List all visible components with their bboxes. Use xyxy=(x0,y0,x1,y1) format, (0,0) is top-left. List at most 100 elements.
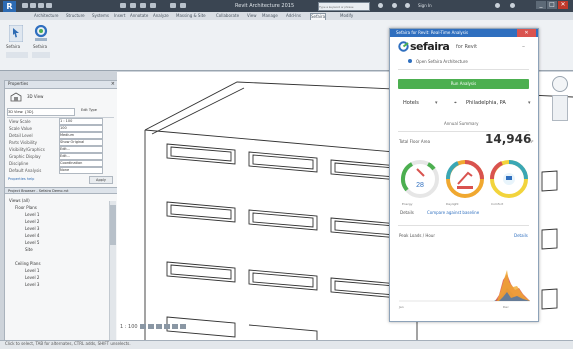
tab-annotate[interactable]: Annotate xyxy=(130,13,148,19)
viewcube-icon[interactable] xyxy=(552,76,568,92)
switch-windows-icon[interactable] xyxy=(180,3,186,8)
tree-item[interactable]: Level 5 xyxy=(25,240,39,245)
prop-label: View Scale xyxy=(9,119,31,124)
sefaira-open-button[interactable] xyxy=(34,24,48,42)
chevron-down-icon[interactable]: ▾ xyxy=(435,100,438,106)
tree-item[interactable]: Level 4 xyxy=(25,233,39,238)
tree-item[interactable]: Level 2 xyxy=(25,219,39,224)
building-type-select[interactable]: Hotels xyxy=(403,100,419,106)
type-selector[interactable]: 3D View xyxy=(27,94,43,99)
tab-modify[interactable]: Modify xyxy=(340,13,353,19)
navigation-bar[interactable] xyxy=(552,95,568,121)
tab-collaborate[interactable]: Collaborate xyxy=(216,13,239,19)
user-icon[interactable] xyxy=(405,3,410,8)
print-icon[interactable] xyxy=(120,3,126,8)
edit-type-button[interactable]: Edit Type xyxy=(81,108,97,112)
3d-view-type-icon xyxy=(10,92,22,102)
tab-structure[interactable]: Structure xyxy=(66,13,85,19)
tree-item[interactable]: Floor Plans xyxy=(15,205,37,210)
total-floor-area-label: Total Floor Area xyxy=(399,139,431,144)
view-dropdown[interactable]: 3D View: {3D} xyxy=(7,108,75,116)
minimize-button[interactable]: _ xyxy=(536,1,546,9)
help-icon[interactable] xyxy=(510,3,515,8)
sefaira-close-button[interactable]: ✕ xyxy=(517,29,536,37)
chevron-down-icon[interactable]: ▾ xyxy=(528,100,531,106)
chart-details-link[interactable]: Details xyxy=(514,233,528,238)
close-button[interactable]: ✕ xyxy=(558,1,568,9)
total-floor-area-value: 14,946 xyxy=(485,132,532,146)
prop-value[interactable]: Medium xyxy=(59,132,103,139)
text-icon[interactable] xyxy=(140,3,146,8)
measure-icon[interactable] xyxy=(130,3,136,8)
properties-title: Properties xyxy=(8,81,29,86)
search-input[interactable] xyxy=(318,2,370,11)
prop-value[interactable]: None xyxy=(59,167,103,174)
properties-help-link[interactable]: Properties help xyxy=(8,177,34,181)
tree-item[interactable]: Level 3 xyxy=(25,282,39,287)
energy-ring-value: 28 xyxy=(416,182,424,189)
shadows-icon[interactable] xyxy=(164,324,170,329)
window-controls: _ □ ✕ xyxy=(535,1,571,10)
prop-value[interactable]: Coordination xyxy=(59,160,103,167)
prop-value[interactable]: Edit... xyxy=(59,153,103,160)
prop-value[interactable]: 1 : 100 xyxy=(59,118,103,125)
energy-ring[interactable]: 28 xyxy=(401,160,439,198)
tab-view[interactable]: View xyxy=(247,13,257,19)
tree-item[interactable]: Ceiling Plans xyxy=(15,261,41,266)
visual-style-icon[interactable] xyxy=(148,324,154,329)
tree-item[interactable]: Level 2 xyxy=(25,275,39,280)
tree-item[interactable]: Level 1 xyxy=(25,268,39,273)
compare-baseline-link[interactable]: Compare against baseline xyxy=(427,210,479,215)
run-analysis-button[interactable]: Run Analysis xyxy=(398,79,529,89)
tab-insert[interactable]: Insert xyxy=(114,13,125,19)
tree-item[interactable]: Views (all) xyxy=(9,198,30,203)
app-logo[interactable]: R xyxy=(3,1,16,12)
search-icon[interactable] xyxy=(378,3,383,8)
menu-icon[interactable]: – xyxy=(522,43,525,50)
crop-icon[interactable] xyxy=(172,324,178,329)
apply-button[interactable]: Apply xyxy=(89,176,113,184)
properties-header: Properties × xyxy=(5,81,118,89)
sefaira-launch-button[interactable] xyxy=(8,24,24,43)
tab-systems[interactable]: Systems xyxy=(92,13,109,19)
tab-add-ins[interactable]: Add-Ins xyxy=(286,13,301,19)
tree-item[interactable]: Level 3 xyxy=(25,226,39,231)
redo-icon[interactable] xyxy=(46,3,52,8)
sign-in-link[interactable]: Sign In xyxy=(418,3,432,8)
details-link[interactable]: Details xyxy=(400,210,414,215)
prop-label: Parts Visibility xyxy=(9,140,38,145)
hide-icon[interactable] xyxy=(180,324,186,329)
subscription-icon[interactable] xyxy=(392,3,397,8)
tab-massing-site[interactable]: Massing & Site xyxy=(176,13,206,19)
open-icon[interactable] xyxy=(22,3,28,8)
peak-loads-chart[interactable] xyxy=(399,240,530,302)
daylight-ring[interactable] xyxy=(446,160,484,198)
tab-analyze[interactable]: Analyze xyxy=(153,13,169,19)
exchange-icon[interactable] xyxy=(495,3,500,8)
save-icon[interactable] xyxy=(30,3,36,8)
prop-value[interactable]: 100 xyxy=(59,125,103,132)
tree-item[interactable]: Site xyxy=(25,247,33,252)
undo-icon[interactable] xyxy=(38,3,44,8)
prop-value[interactable]: Edit... xyxy=(59,146,103,153)
open-architecture-link[interactable]: Open Sefaira Architecture xyxy=(416,59,468,64)
peak-loads-label: Peak Loads / Hour xyxy=(399,233,435,238)
sefaira-brand: sefaira xyxy=(410,40,450,53)
tab-manage[interactable]: Manage xyxy=(262,13,278,19)
scrollbar[interactable] xyxy=(109,201,116,341)
tab-architecture[interactable]: Architecture xyxy=(34,13,59,19)
sun-path-icon[interactable] xyxy=(156,324,162,329)
detail-level-icon[interactable] xyxy=(140,324,146,329)
metrics-rings[interactable]: 28 xyxy=(398,149,534,231)
close-icon[interactable]: × xyxy=(111,81,115,87)
comfort-ring[interactable] xyxy=(490,160,528,198)
location-select[interactable]: Philadelphia, PA xyxy=(466,100,506,106)
tab-sefaira[interactable]: Sefaira xyxy=(310,13,327,20)
maximize-button[interactable]: □ xyxy=(547,1,557,9)
tree-item[interactable]: Level 1 xyxy=(25,212,39,217)
view-scale[interactable]: 1 : 100 xyxy=(120,324,138,330)
3d-view-icon[interactable] xyxy=(170,3,176,8)
section-icon[interactable] xyxy=(150,3,156,8)
run-analysis-label: Run Analysis xyxy=(450,81,477,86)
prop-value[interactable]: Show Original xyxy=(59,139,103,146)
